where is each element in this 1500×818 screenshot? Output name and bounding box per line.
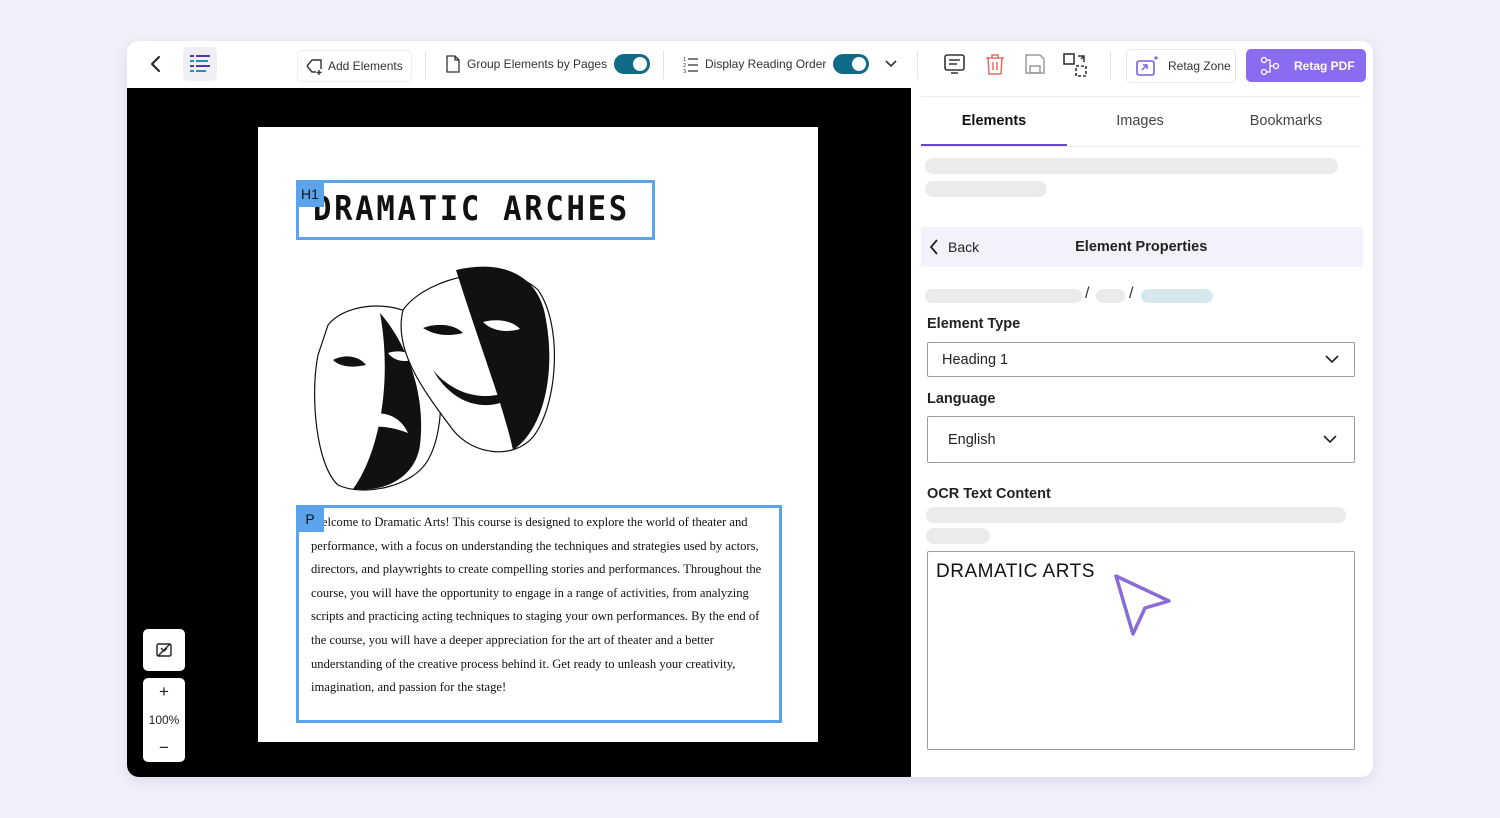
element-type-label: Element Type — [927, 316, 1021, 332]
retag-pdf-button[interactable]: Retag PDF — [1246, 49, 1366, 82]
language-value: English — [948, 431, 996, 448]
language-select[interactable]: English — [927, 416, 1355, 463]
chevron-down-icon[interactable] — [885, 60, 897, 68]
comment-icon — [944, 54, 965, 74]
group-by-pages-toggle[interactable] — [614, 54, 651, 74]
delete-button[interactable] — [985, 53, 1005, 76]
breadcrumb-placeholder — [925, 289, 1082, 303]
save-button[interactable] — [1024, 53, 1046, 75]
ocr-text-value: DRAMATIC ARTS — [936, 561, 1095, 582]
loading-placeholder — [925, 181, 1047, 197]
retag-pdf-label: Retag PDF — [1294, 58, 1355, 73]
loading-placeholder — [925, 158, 1338, 174]
paragraph-text: Welcome to Dramatic Arts! This course is… — [311, 515, 762, 695]
paragraph-element-box[interactable]: Welcome to Dramatic Arts! This course is… — [296, 505, 782, 723]
retag-pdf-icon — [1260, 56, 1280, 75]
group-by-pages-label: Group Elements by Pages — [467, 57, 608, 71]
fit-page-icon — [156, 643, 172, 657]
breadcrumb-placeholder — [1141, 289, 1213, 303]
zoom-in-button[interactable]: + — [159, 682, 169, 702]
tab-bookmarks[interactable]: Bookmarks — [1213, 97, 1359, 145]
reading-order-toggle[interactable] — [833, 54, 870, 74]
breadcrumb-separator: / — [1129, 285, 1134, 302]
element-properties-title: Element Properties — [1075, 239, 1208, 255]
h1-tag-label: H1 — [296, 180, 324, 207]
h1-text: DRAMATIC ARCHES — [313, 189, 630, 229]
add-elements-button[interactable]: Add Elements — [297, 50, 412, 82]
reading-order-label: Display Reading Order — [705, 57, 827, 71]
tab-elements[interactable]: Elements — [921, 97, 1067, 146]
panel-tabs: Elements Images Bookmarks — [921, 96, 1361, 147]
comment-button[interactable] — [943, 53, 966, 76]
pdf-page: DRAMATIC ARCHES H1 Welcome to Dramatic A… — [258, 127, 818, 742]
toolbar-divider — [917, 51, 918, 79]
retag-zone-icon — [1136, 56, 1158, 76]
back-label: Back — [948, 239, 980, 255]
svg-text:3: 3 — [683, 69, 686, 73]
breadcrumb-placeholder — [1096, 289, 1125, 303]
zoom-out-button[interactable]: − — [159, 738, 169, 758]
back-arrow-icon — [151, 56, 160, 72]
loading-placeholder — [926, 528, 990, 544]
loading-placeholder — [926, 507, 1346, 523]
ocr-text-label: OCR Text Content — [927, 486, 1051, 502]
fit-page-button[interactable] — [143, 629, 185, 671]
retag-zone-button[interactable]: Retag Zone — [1126, 49, 1236, 83]
swap-button[interactable] — [1062, 52, 1088, 78]
page-icon — [446, 55, 460, 73]
add-elements-label: Add Elements — [328, 59, 403, 73]
toolbar-divider — [1110, 51, 1111, 79]
retag-zone-label: Retag Zone — [1168, 59, 1231, 73]
cursor-arrow-icon — [1114, 574, 1171, 636]
list-icon — [190, 55, 210, 72]
trash-icon — [986, 54, 1004, 75]
chevron-down-icon — [1323, 435, 1337, 444]
element-properties-header: Back Element Properties — [921, 227, 1363, 267]
toolbar-divider — [663, 51, 664, 79]
save-icon — [1025, 54, 1045, 74]
zoom-level: 100% — [148, 713, 180, 727]
group-by-pages-control[interactable]: Group Elements by Pages — [445, 54, 651, 74]
structure-list-button[interactable] — [183, 47, 217, 81]
chevron-down-icon — [1325, 355, 1339, 364]
breadcrumb-separator: / — [1085, 285, 1090, 302]
chevron-left-icon — [929, 239, 938, 255]
toolbar-divider — [425, 51, 426, 79]
element-type-value: Heading 1 — [942, 351, 1009, 368]
add-element-icon — [306, 59, 322, 75]
app-window: Add Elements Group Elements by Pages 123… — [127, 41, 1373, 777]
language-label: Language — [927, 391, 996, 407]
h1-element-box[interactable]: DRAMATIC ARCHES H1 — [296, 180, 655, 240]
properties-panel: Elements Images Bookmarks Back Element P… — [911, 88, 1373, 777]
zoom-controls: + 100% − — [143, 678, 185, 762]
p-tag-label: P — [296, 505, 324, 532]
theater-masks-image — [314, 266, 556, 491]
toolbar: Add Elements Group Elements by Pages 123… — [127, 41, 1373, 88]
document-viewer: DRAMATIC ARCHES H1 Welcome to Dramatic A… — [127, 88, 911, 777]
back-button[interactable] — [149, 54, 163, 74]
tab-images[interactable]: Images — [1067, 97, 1213, 145]
reading-order-control[interactable]: 123 Display Reading Order — [683, 54, 897, 74]
back-link[interactable]: Back — [929, 239, 979, 255]
element-type-select[interactable]: Heading 1 — [927, 342, 1355, 377]
swap-icon — [1063, 53, 1087, 77]
reading-order-icon: 123 — [683, 57, 698, 73]
